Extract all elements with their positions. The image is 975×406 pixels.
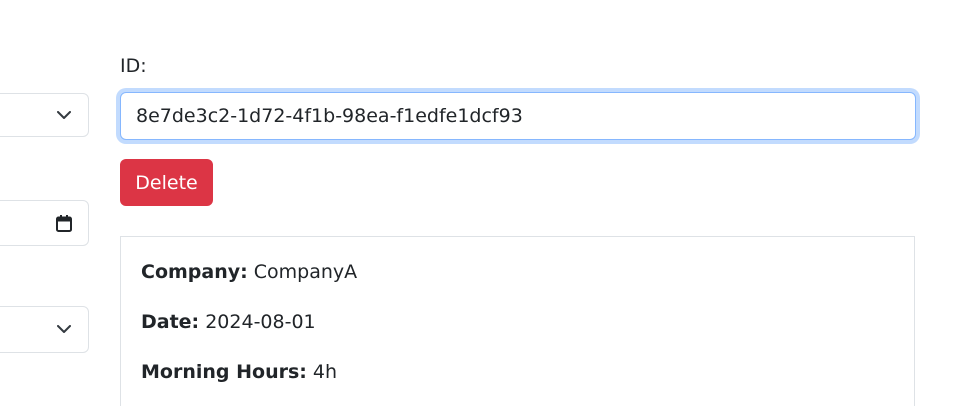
detail-morning-hours-key: Morning Hours: (141, 361, 307, 383)
record-details-card: Company: CompanyA Date: 2024-08-01 Morni… (120, 236, 915, 406)
id-label: ID: (120, 55, 147, 77)
detail-date-value: 2024-08-01 (205, 311, 316, 333)
shift-select[interactable] (0, 306, 89, 353)
page: ID: Delete Company: CompanyA Date: 2024-… (0, 0, 975, 406)
detail-morning-hours-value: 4h (312, 361, 338, 383)
date-input[interactable] (0, 200, 89, 246)
detail-company: Company: CompanyA (141, 261, 357, 283)
id-input[interactable] (120, 92, 916, 140)
company-select[interactable] (0, 93, 89, 137)
calendar-icon[interactable] (56, 214, 72, 232)
detail-date: Date: 2024-08-01 (141, 311, 316, 333)
delete-button[interactable]: Delete (120, 159, 213, 206)
detail-date-key: Date: (141, 311, 200, 333)
detail-company-value: CompanyA (253, 261, 358, 283)
chevron-down-icon (56, 322, 72, 338)
left-form-column (0, 0, 90, 406)
detail-company-key: Company: (141, 261, 248, 283)
chevron-down-icon (56, 107, 72, 123)
detail-morning-hours: Morning Hours: 4h (141, 361, 337, 383)
